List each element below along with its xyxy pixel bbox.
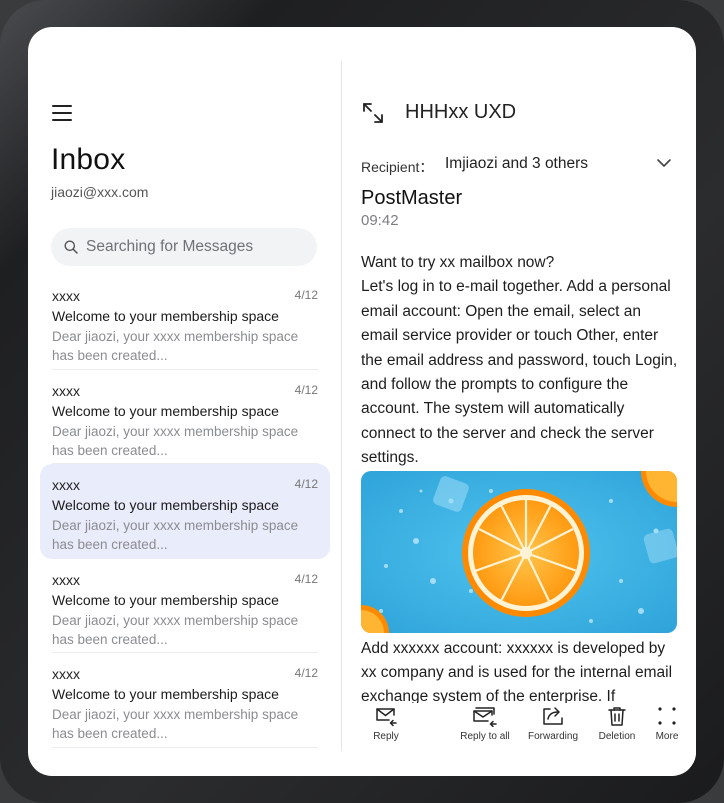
message-sender: xxxx — [52, 571, 80, 588]
body-paragraph: Want to try xx mailbox now? — [361, 254, 555, 271]
expand-icon[interactable] — [362, 102, 384, 124]
message-date: 4/12 — [294, 571, 318, 586]
message-subject: Welcome to your membership space — [52, 591, 279, 608]
message-preview: Dear jiaozi, your xxxx membership space … — [52, 707, 299, 741]
message-item[interactable]: xxxx 4/12 Welcome to your membership spa… — [40, 559, 330, 653]
mail-action-toolbar: Reply Reply to all Forwarding Deletion M… — [342, 703, 696, 763]
sender-name: PostMaster — [361, 187, 463, 209]
mail-time: 09:42 — [361, 212, 399, 229]
message-item[interactable]: xxxx 4/12 Welcome to your membership spa… — [40, 275, 330, 370]
orange-photo — [361, 470, 677, 633]
message-sender: xxxx — [52, 666, 80, 682]
message-date: 4/12 — [294, 477, 318, 491]
mail-body: Want to try xx mailbox now? Let's log in… — [361, 251, 681, 724]
account-email: jiaozi@xxx.com — [51, 184, 149, 200]
chevron-down-icon[interactable] — [656, 157, 672, 169]
message-sender: xxxx — [52, 477, 80, 493]
reply-button[interactable]: Reply — [364, 705, 408, 742]
reply-all-icon — [473, 707, 497, 727]
trash-icon — [608, 707, 626, 726]
delete-label: Deletion — [598, 731, 636, 742]
body-paragraph: Add xxxxxx account: xxxxxx is developed … — [361, 639, 673, 706]
message-sender: xxxx — [52, 382, 80, 399]
forward-icon — [543, 707, 563, 725]
inbox-pane: Inbox jiaozi@xxx.com xxxx 4/12 Welcome t… — [28, 27, 341, 776]
search-input[interactable] — [84, 228, 306, 266]
mail-detail-pane: HHHxx UXD Recipient： Imjiaozi and 3 othe… — [342, 27, 696, 776]
forward-button[interactable]: Forwarding — [524, 705, 582, 742]
delete-button[interactable]: Deletion — [594, 705, 640, 742]
message-preview: Dear jiaozi, your xxxx membership space … — [52, 518, 299, 552]
message-subject: Welcome to your membership space — [52, 308, 279, 324]
recipient-value: Imjiaozi and 3 others — [445, 155, 589, 172]
message-subject: Welcome to your membership space — [52, 402, 279, 419]
message-date: 4/12 — [294, 666, 318, 680]
recipient-label: Recipient： — [361, 159, 434, 175]
message-sender: xxxx — [52, 288, 80, 304]
list-divider — [52, 746, 318, 748]
search-icon — [64, 240, 78, 254]
reply-all-label: Reply to all — [460, 731, 510, 742]
search-bar[interactable] — [51, 228, 317, 266]
message-item[interactable]: xxxx 4/12 Welcome to your membership spa… — [40, 653, 330, 748]
body-paragraph: Let's log in to e-mail together. Add a p… — [361, 278, 678, 467]
message-preview: Dear jiaozi, your xxxx membership space … — [52, 423, 299, 458]
message-item[interactable]: xxxx 4/12 Welcome to your membership spa… — [40, 370, 330, 464]
reply-label: Reply — [373, 731, 399, 742]
message-date: 4/12 — [294, 382, 318, 397]
message-preview: Dear jiaozi, your xxxx membership space … — [52, 329, 299, 363]
reply-all-button[interactable]: Reply to all — [452, 705, 518, 742]
more-button[interactable]: More — [648, 705, 686, 742]
mail-subject-title: HHHxx UXD — [405, 101, 517, 123]
mail-app-screen: Inbox jiaozi@xxx.com xxxx 4/12 Welcome t… — [28, 27, 696, 776]
message-subject: Welcome to your membership space — [52, 497, 279, 513]
message-item-selected[interactable]: xxxx 4/12 Welcome to your membership spa… — [40, 464, 330, 559]
message-date: 4/12 — [294, 288, 318, 302]
more-dots-icon — [658, 707, 676, 725]
menu-icon[interactable] — [52, 104, 74, 122]
message-list: xxxx 4/12 Welcome to your membership spa… — [40, 275, 330, 748]
message-subject: Welcome to your membership space — [52, 686, 279, 702]
more-label: More — [655, 731, 679, 742]
page-title: Inbox — [51, 143, 126, 176]
forward-label: Forwarding — [527, 731, 579, 742]
reply-icon — [376, 708, 397, 727]
message-preview: Dear jiaozi, your xxxx membership space … — [52, 612, 299, 647]
